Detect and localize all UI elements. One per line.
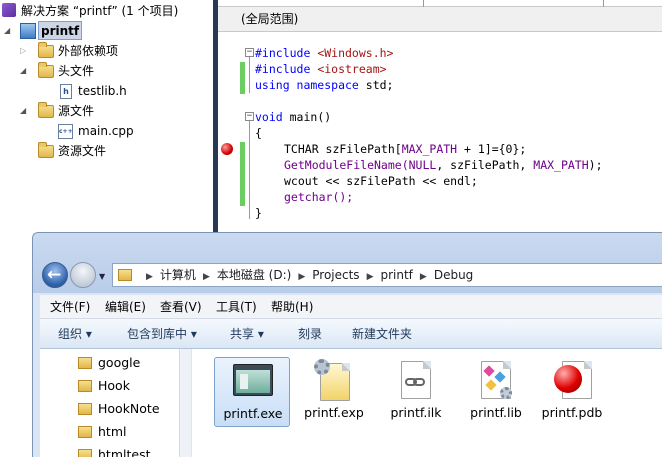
file-list: printf.exe printf.exp printf.ilk printf.… bbox=[192, 349, 662, 457]
nav-item[interactable]: HookNote bbox=[78, 399, 160, 419]
solution-explorer: 解决方案 “printf” (1 个项目) ◢ printf ▷ 外部依赖项 ◢… bbox=[0, 0, 213, 235]
header-file-icon: h bbox=[60, 84, 72, 99]
tree-item-label: main.cpp bbox=[78, 124, 134, 138]
breadcrumb-item[interactable]: 本地磁盘 (D:) bbox=[217, 268, 291, 282]
folder-icon bbox=[78, 403, 92, 415]
lib-shapes-doc-icon bbox=[476, 359, 516, 403]
folder-icon bbox=[78, 357, 92, 369]
file-item[interactable]: printf.exp bbox=[296, 357, 372, 427]
burn-button[interactable]: 刻录 bbox=[298, 319, 322, 349]
code-line: wcout << szFilePath << endl; bbox=[284, 174, 478, 188]
file-item[interactable]: printf.ilk bbox=[378, 357, 454, 427]
command-bar: 组织 ▾ 包含到库中 ▾ 共享 ▾ 刻录 新建文件夹 bbox=[40, 319, 662, 349]
code-line: GetModuleFileName(NULL, szFilePath, MAX_… bbox=[284, 158, 603, 172]
share-button[interactable]: 共享 ▾ bbox=[230, 319, 264, 349]
expand-triangle-icon[interactable]: ◢ bbox=[4, 21, 10, 41]
pdb-red-ball-icon bbox=[552, 359, 592, 403]
back-button[interactable] bbox=[42, 262, 68, 288]
breadcrumb-item[interactable]: 计算机 bbox=[160, 268, 196, 282]
breadcrumb-separator-icon[interactable]: ▶ bbox=[367, 272, 374, 282]
nav-item[interactable]: html bbox=[78, 422, 126, 442]
breadcrumb-separator-icon[interactable]: ▶ bbox=[298, 272, 305, 282]
tree-item-label: testlib.h bbox=[78, 84, 127, 98]
menu-file[interactable]: 文件(F) bbox=[50, 295, 90, 319]
folder-icon bbox=[118, 269, 132, 281]
nav-pane-scrollbar[interactable] bbox=[179, 349, 191, 457]
address-row: ▼ ▶ 计算机 ▶ 本地磁盘 (D:) ▶ Projects ▶ printf ▶ Debug bbox=[33, 233, 662, 293]
code-line: #include <iostream> bbox=[255, 62, 387, 76]
ilk-link-doc-icon bbox=[396, 359, 436, 403]
collapse-toggle-icon[interactable]: − bbox=[245, 48, 254, 57]
tree-item-label: 外部依赖项 bbox=[58, 44, 119, 58]
folder-icon bbox=[78, 380, 92, 392]
file-name: printf.ilk bbox=[390, 405, 442, 420]
changed-lines-marker bbox=[240, 62, 245, 94]
collapsed-triangle-icon[interactable]: ▷ bbox=[20, 41, 26, 61]
folder-icon bbox=[78, 449, 92, 457]
code-line: TCHAR szFilePath[MAX_PATH + 1]={0}; bbox=[284, 142, 527, 156]
changed-lines-marker bbox=[240, 142, 245, 206]
code-line: { bbox=[255, 126, 262, 140]
breadcrumb: ▶ 计算机 ▶ 本地磁盘 (D:) ▶ Projects ▶ printf ▶ Debug bbox=[139, 264, 473, 286]
nav-item[interactable]: htmltest bbox=[78, 445, 150, 457]
nav-item[interactable]: Hook bbox=[78, 376, 130, 396]
code-line: } bbox=[255, 206, 262, 220]
folder-icon bbox=[78, 426, 92, 438]
code-line: #include <Windows.h> bbox=[255, 46, 394, 60]
scope-dropdown[interactable]: (全局范围) bbox=[241, 10, 298, 27]
file-name: printf.lib bbox=[470, 405, 522, 420]
file-item[interactable]: printf.exe bbox=[214, 357, 290, 427]
cpp-file-icon: c++ bbox=[58, 124, 73, 139]
project-label: printf bbox=[38, 21, 83, 40]
file-name: printf.exp bbox=[304, 405, 364, 420]
breadcrumb-separator-icon[interactable]: ▶ bbox=[146, 272, 153, 282]
folder-icon bbox=[38, 142, 54, 158]
folder-icon bbox=[38, 62, 54, 78]
recent-pages-dropdown-icon[interactable]: ▼ bbox=[99, 272, 105, 281]
explorer-window: ▼ ▶ 计算机 ▶ 本地磁盘 (D:) ▶ Projects ▶ printf ▶ Debug 文… bbox=[32, 232, 662, 457]
solution-icon bbox=[2, 3, 16, 17]
code-line: getchar(); bbox=[284, 190, 354, 204]
solution-title: 解决方案 “printf” (1 个项目) bbox=[21, 4, 179, 18]
organize-button[interactable]: 组织 ▾ bbox=[58, 319, 92, 349]
file-name: printf.exe bbox=[223, 406, 283, 421]
exp-gear-doc-icon bbox=[314, 359, 354, 403]
include-in-library-button[interactable]: 包含到库中 ▾ bbox=[127, 319, 197, 349]
navigation-pane: google Hook HookNote html htmltest bbox=[40, 349, 185, 457]
breadcrumb-separator-icon[interactable]: ▶ bbox=[203, 272, 210, 282]
new-folder-button[interactable]: 新建文件夹 bbox=[352, 319, 412, 349]
folder-icon bbox=[38, 42, 54, 58]
menu-help[interactable]: 帮助(H) bbox=[271, 295, 313, 319]
tree-item-label: 头文件 bbox=[58, 64, 95, 78]
menu-edit[interactable]: 编辑(E) bbox=[105, 295, 146, 319]
tree-item-label: 资源文件 bbox=[58, 144, 107, 158]
breadcrumb-item[interactable]: Debug bbox=[434, 268, 473, 282]
project-icon bbox=[20, 23, 36, 39]
file-name: printf.pdb bbox=[541, 405, 603, 420]
expand-triangle-icon[interactable]: ◢ bbox=[20, 101, 26, 121]
file-item[interactable]: printf.pdb bbox=[534, 357, 610, 427]
breakpoint-icon[interactable] bbox=[221, 143, 233, 155]
collapse-toggle-icon[interactable]: − bbox=[245, 112, 254, 121]
breadcrumb-item[interactable]: printf bbox=[380, 268, 412, 282]
menu-view[interactable]: 查看(V) bbox=[160, 295, 202, 319]
file-item[interactable]: printf.lib bbox=[458, 357, 534, 427]
code-line: using namespace std; bbox=[255, 78, 394, 92]
code-line: void main() bbox=[255, 110, 332, 124]
address-bar[interactable]: ▶ 计算机 ▶ 本地磁盘 (D:) ▶ Projects ▶ printf ▶ Debug bbox=[112, 263, 662, 287]
code-editor[interactable]: (全局范围) − − #include <Windows.h> #include… bbox=[218, 0, 662, 235]
menu-bar: 文件(F) 编辑(E) 查看(V) 工具(T) 帮助(H) bbox=[40, 295, 662, 319]
nav-item[interactable]: google bbox=[78, 353, 140, 373]
expand-triangle-icon[interactable]: ◢ bbox=[20, 61, 26, 81]
menu-tools[interactable]: 工具(T) bbox=[216, 295, 257, 319]
tree-item-label: 源文件 bbox=[58, 104, 95, 118]
breadcrumb-separator-icon[interactable]: ▶ bbox=[420, 272, 427, 282]
scope-bar: (全局范围) bbox=[218, 0, 662, 32]
exe-window-icon bbox=[233, 360, 273, 404]
folder-icon bbox=[38, 102, 54, 118]
forward-button[interactable] bbox=[70, 262, 96, 288]
breadcrumb-item[interactable]: Projects bbox=[312, 268, 359, 282]
